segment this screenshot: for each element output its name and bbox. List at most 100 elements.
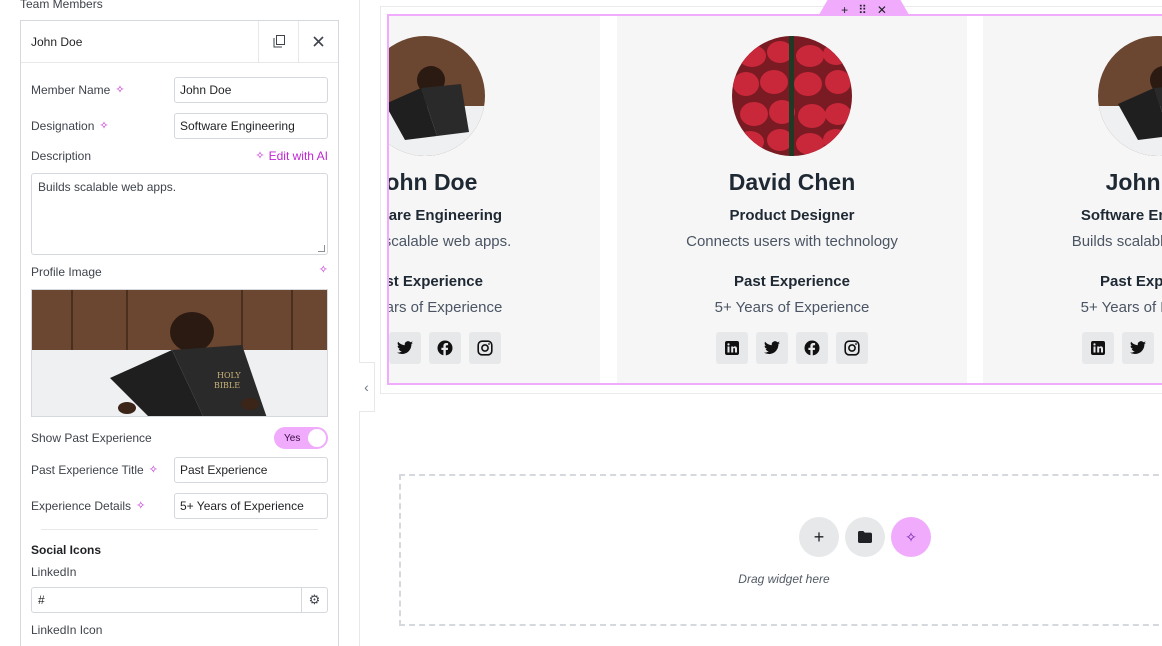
linkedin-icon-label: LinkedIn Icon	[31, 623, 103, 637]
experience-details: 5+ Years of Experience	[714, 299, 870, 316]
close-icon	[313, 36, 324, 47]
instagram-icon[interactable]	[836, 332, 868, 364]
editor-canvas: + ⠿ ✕ John Doe Software Engineering	[376, 0, 1162, 646]
divider	[41, 529, 318, 530]
profile-image-ai-button[interactable]: ✧	[319, 265, 328, 276]
experience-details-label: Experience Details ✧	[31, 499, 145, 513]
member-name: David Chen	[728, 169, 856, 195]
twitter-icon[interactable]	[756, 332, 788, 364]
toggle-label: Yes	[284, 432, 301, 444]
social-icons-heading: Social Icons	[31, 543, 102, 557]
past-experience-title: Past Experience	[734, 273, 850, 290]
designation-label: Designation ✧	[31, 119, 109, 133]
plus-icon: +	[813, 526, 825, 547]
copy-icon	[273, 35, 285, 48]
remove-button[interactable]	[298, 20, 338, 63]
member-name-input[interactable]: John Doe	[174, 77, 328, 103]
drag-icon[interactable]: ⠿	[858, 4, 867, 16]
member-designation: Software Engineering	[389, 207, 503, 224]
template-library-button[interactable]	[845, 517, 885, 557]
strawberries-image	[732, 36, 852, 156]
resize-handle-icon[interactable]	[318, 245, 325, 252]
edit-with-ai-button[interactable]: ✧ Edit with AI	[255, 149, 328, 163]
child-reading-image	[389, 36, 485, 156]
ai-sparkle-icon: ✧	[318, 264, 328, 276]
ai-generate-button[interactable]: ✧	[891, 517, 931, 557]
past-experience-title: Past Experience	[1100, 273, 1162, 290]
member-name-label-text: Member Name	[31, 83, 111, 97]
gear-icon[interactable]: ⚙	[301, 588, 327, 612]
collapse-panel-button[interactable]: ‹	[359, 362, 375, 412]
experience-details-label-text: Experience Details	[31, 499, 132, 513]
ai-sparkle-icon[interactable]: ✧	[136, 500, 145, 512]
member-description: Builds scalable web apps.	[1071, 233, 1162, 250]
add-icon[interactable]: +	[841, 4, 848, 16]
description-value: Builds scalable web apps.	[38, 180, 177, 194]
ai-sparkle-icon: ✧	[255, 149, 265, 162]
linkedin-icon[interactable]	[1082, 332, 1114, 364]
description-textarea[interactable]: Builds scalable web apps.	[31, 173, 328, 255]
section-title: Team Members	[20, 0, 103, 11]
description-label: Description	[31, 149, 92, 163]
ai-sparkle-icon: ✧	[905, 528, 917, 545]
avatar	[1098, 36, 1162, 156]
facebook-icon[interactable]	[796, 332, 828, 364]
designation-label-text: Designation	[31, 119, 95, 133]
team-member-card: David Chen Product Designer Connects use…	[617, 16, 967, 383]
duplicate-button[interactable]	[258, 20, 298, 63]
child-reading-image: HOLY BIBLE	[32, 290, 327, 416]
ai-sparkle-icon[interactable]: ✧	[115, 84, 124, 96]
folder-icon	[858, 531, 872, 543]
settings-panel: Team Members John Doe Member Name ✧ John …	[0, 0, 360, 646]
profile-image-label: Profile Image	[31, 265, 102, 279]
past-experience-title: Past Experience	[389, 273, 483, 290]
chevron-left-icon: ‹	[364, 379, 369, 395]
twitter-icon[interactable]	[389, 332, 421, 364]
team-member-card: John Doe Software Engineering Builds sca…	[983, 16, 1162, 383]
child-reading-image	[1098, 36, 1162, 156]
editor-root: Team Members John Doe Member Name ✧ John …	[0, 0, 1162, 646]
member-name: John Doe	[1105, 169, 1162, 195]
svg-text:BIBLE: BIBLE	[214, 381, 240, 390]
dropzone-hint: Drag widget here	[738, 572, 830, 586]
repeater-item-header[interactable]: John Doe	[21, 20, 338, 63]
member-name: John Doe	[389, 169, 478, 195]
close-icon[interactable]: ✕	[877, 4, 887, 16]
repeater-item: John Doe Member Name ✧ John Doe Designati…	[20, 20, 339, 646]
team-member-card: John Doe Software Engineering Builds sca…	[389, 16, 600, 383]
past-experience-title-input[interactable]: Past Experience	[174, 457, 328, 483]
member-description: Builds scalable web apps.	[389, 233, 512, 250]
twitter-icon[interactable]	[1122, 332, 1154, 364]
social-icons	[983, 332, 1162, 364]
add-section-button[interactable]: +	[799, 517, 839, 557]
ai-sparkle-icon[interactable]: ✧	[149, 464, 158, 476]
past-experience-title-label: Past Experience Title ✧	[31, 463, 158, 477]
repeater-item-title[interactable]: John Doe	[21, 35, 258, 49]
show-past-experience-toggle[interactable]: Yes	[274, 427, 328, 449]
linkedin-label: LinkedIn	[31, 565, 77, 579]
member-designation: Product Designer	[729, 207, 855, 224]
experience-details: 5+ Years of Experience	[389, 299, 503, 316]
profile-image-preview[interactable]: HOLY BIBLE	[31, 289, 328, 417]
linkedin-icon[interactable]	[716, 332, 748, 364]
member-name-label: Member Name ✧	[31, 83, 125, 97]
social-icons	[389, 332, 600, 364]
ai-sparkle-icon[interactable]: ✧	[99, 120, 108, 132]
linkedin-url-input[interactable]: # ⚙	[31, 587, 328, 613]
show-past-experience-label: Show Past Experience	[31, 431, 152, 445]
member-description: Connects users with technology	[686, 233, 898, 250]
social-icons	[617, 332, 967, 364]
facebook-icon[interactable]	[429, 332, 461, 364]
dropzone-buttons: + ✧	[799, 517, 931, 557]
avatar	[732, 36, 852, 156]
designation-input[interactable]: Software Engineering	[174, 113, 328, 139]
experience-details-input[interactable]: 5+ Years of Experience	[174, 493, 328, 519]
experience-details: 5+ Years of Experience	[1080, 299, 1162, 316]
empty-section-dropzone[interactable]: + ✧ Drag widget here	[399, 474, 1162, 626]
linkedin-url-value[interactable]: #	[32, 588, 301, 612]
edit-with-ai-label: Edit with AI	[268, 149, 328, 163]
member-designation: Software Engineering	[1080, 207, 1162, 224]
instagram-icon[interactable]	[469, 332, 501, 364]
svg-text:HOLY: HOLY	[217, 371, 241, 380]
toggle-knob	[308, 429, 326, 447]
